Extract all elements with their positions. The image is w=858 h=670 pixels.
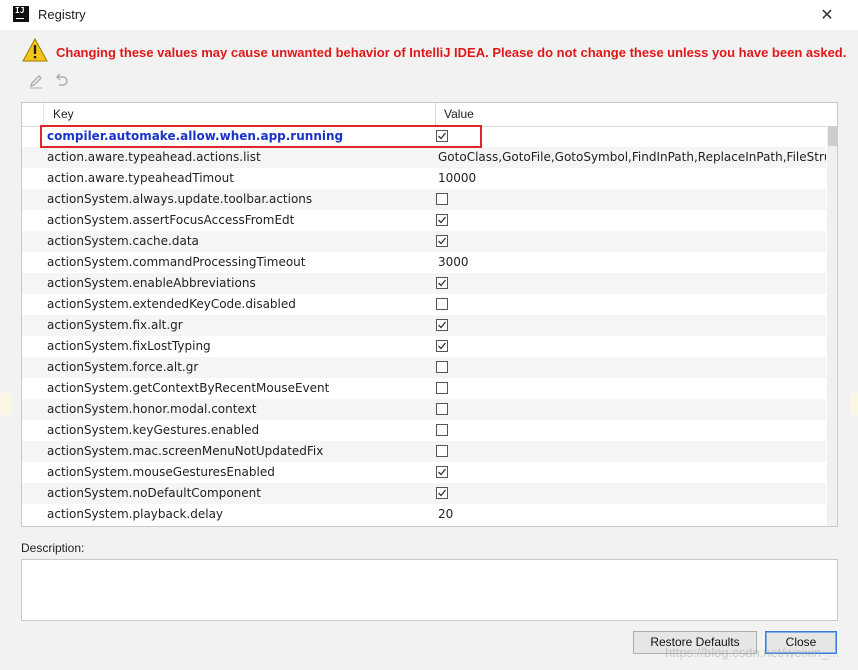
restore-defaults-button[interactable]: Restore Defaults: [633, 631, 757, 654]
value-checkbox[interactable]: [436, 445, 448, 457]
table-row[interactable]: actionSystem.playback.delay 20: [22, 504, 826, 525]
title-bar: IJ Registry ✕: [0, 0, 858, 30]
close-button[interactable]: Close: [765, 631, 837, 654]
registry-table: Key Value compiler.automake.allow.when.a…: [21, 102, 838, 527]
registry-key: actionSystem.force.alt.gr: [47, 360, 199, 374]
value-checkbox[interactable]: [436, 319, 448, 331]
table-header: Key Value: [22, 103, 837, 127]
value-checkbox[interactable]: [436, 382, 448, 394]
value-checkbox[interactable]: [436, 487, 448, 499]
table-row[interactable]: action.aware.typeaheadTimout 10000: [22, 168, 826, 189]
table-row[interactable]: action.aware.typeahead.actions.list GotoC…: [22, 147, 826, 168]
table-row[interactable]: actionSystem.force.alt.gr: [22, 357, 826, 378]
registry-key: actionSystem.always.update.toolbar.actio…: [47, 192, 313, 206]
registry-key: actionSystem.fix.alt.gr: [47, 318, 183, 332]
table-row[interactable]: actionSystem.assertFocusAccessFromEdt: [22, 210, 826, 231]
registry-key: actionSystem.mac.screenMenuNotUpdatedFix: [47, 444, 324, 458]
background-window-strip: [850, 393, 858, 415]
table-row[interactable]: actionSystem.noDefaultComponent: [22, 483, 826, 504]
registry-key: actionSystem.honor.modal.context: [47, 402, 257, 416]
value-checkbox[interactable]: [436, 361, 448, 373]
checkmark-icon: [438, 489, 447, 497]
column-header-value[interactable]: Value: [444, 107, 474, 121]
value-checkbox[interactable]: [436, 403, 448, 415]
table-row[interactable]: actionSystem.fixLostTyping: [22, 336, 826, 357]
close-icon[interactable]: ✕: [814, 2, 840, 28]
table-row[interactable]: actionSystem.commandProcessingTimeout 300…: [22, 252, 826, 273]
checkmark-icon: [438, 279, 447, 287]
vertical-scrollbar[interactable]: [827, 126, 837, 526]
registry-value[interactable]: GotoClass,GotoFile,GotoSymbol,FindInPath…: [438, 150, 826, 164]
background-window-strip: [0, 393, 12, 415]
undo-icon[interactable]: [53, 73, 69, 89]
registry-key: actionSystem.fixLostTyping: [47, 339, 211, 353]
registry-value[interactable]: 10000: [438, 171, 826, 185]
registry-key: action.aware.typeaheadTimout: [47, 171, 234, 185]
table-row[interactable]: actionSystem.mouseGesturesEnabled: [22, 462, 826, 483]
value-checkbox[interactable]: [436, 298, 448, 310]
table-row[interactable]: actionSystem.keyGestures.enabled: [22, 420, 826, 441]
intellij-app-icon: IJ: [13, 6, 29, 22]
column-divider: [43, 103, 44, 125]
checkmark-icon: [438, 468, 447, 476]
registry-key: actionSystem.getContextByRecentMouseEven…: [47, 381, 330, 395]
value-checkbox[interactable]: [436, 277, 448, 289]
checkmark-icon: [438, 237, 447, 245]
table-row[interactable]: actionSystem.always.update.toolbar.actio…: [22, 189, 826, 210]
value-checkbox[interactable]: [436, 340, 448, 352]
table-row[interactable]: actionSystem.extendedKeyCode.disabled: [22, 294, 826, 315]
registry-key: compiler.automake.allow.when.app.running: [47, 129, 344, 143]
value-checkbox[interactable]: [436, 466, 448, 478]
value-checkbox[interactable]: [436, 193, 448, 205]
registry-key: actionSystem.cache.data: [47, 234, 199, 248]
checkmark-icon: [438, 342, 447, 350]
scrollbar-thumb[interactable]: [828, 126, 837, 146]
checkmark-icon: [438, 132, 447, 140]
table-row[interactable]: actionSystem.honor.modal.context: [22, 399, 826, 420]
registry-key: action.aware.typeahead.actions.list: [47, 150, 261, 164]
checkmark-icon: [438, 216, 447, 224]
description-field[interactable]: [21, 559, 838, 621]
window-title: Registry: [38, 7, 86, 22]
table-row[interactable]: actionSystem.cache.data: [22, 231, 826, 252]
table-row[interactable]: actionSystem.enableAbbreviations: [22, 273, 826, 294]
value-checkbox[interactable]: [436, 424, 448, 436]
checkmark-icon: [438, 321, 447, 329]
registry-key: actionSystem.mouseGesturesEnabled: [47, 465, 275, 479]
registry-key: actionSystem.enableAbbreviations: [47, 276, 256, 290]
warning-triangle-icon: [22, 38, 48, 62]
value-checkbox[interactable]: [436, 130, 448, 142]
pencil-icon[interactable]: [28, 73, 44, 89]
column-divider[interactable]: [435, 103, 436, 125]
registry-key: actionSystem.extendedKeyCode.disabled: [47, 297, 296, 311]
description-label: Description:: [21, 541, 85, 555]
warning-message: Changing these values may cause unwanted…: [56, 45, 847, 60]
table-row[interactable]: actionSystem.mac.screenMenuNotUpdatedFix: [22, 441, 826, 462]
registry-key: actionSystem.noDefaultComponent: [47, 486, 261, 500]
value-checkbox[interactable]: [436, 235, 448, 247]
registry-value[interactable]: 20: [438, 507, 826, 521]
registry-key: actionSystem.commandProcessingTimeout: [47, 255, 306, 269]
registry-key: actionSystem.assertFocusAccessFromEdt: [47, 213, 295, 227]
value-checkbox[interactable]: [436, 214, 448, 226]
registry-key: actionSystem.playback.delay: [47, 507, 224, 521]
registry-value[interactable]: 3000: [438, 255, 826, 269]
table-row[interactable]: actionSystem.fix.alt.gr: [22, 315, 826, 336]
table-row[interactable]: compiler.automake.allow.when.app.running: [22, 126, 826, 147]
registry-key: actionSystem.keyGestures.enabled: [47, 423, 260, 437]
column-header-key[interactable]: Key: [53, 107, 74, 121]
table-row[interactable]: actionSystem.getContextByRecentMouseEven…: [22, 378, 826, 399]
